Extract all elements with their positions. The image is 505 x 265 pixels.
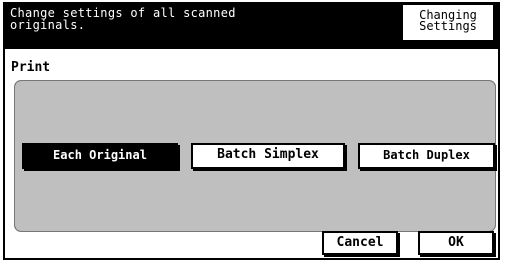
batch-simplex-button[interactable]: Batch Simplex: [191, 143, 345, 169]
ok-button[interactable]: OK: [418, 231, 494, 255]
mode-tab-changing-settings: Changing Settings: [402, 4, 494, 41]
header-bar: Change settings of all scanned originals…: [3, 2, 500, 49]
batch-duplex-button[interactable]: Batch Duplex: [358, 143, 495, 169]
each-original-button[interactable]: Each Original: [22, 143, 178, 169]
header-message: Change settings of all scanned originals…: [10, 6, 236, 32]
cancel-button[interactable]: Cancel: [322, 231, 398, 255]
section-title-print: Print: [11, 60, 51, 75]
